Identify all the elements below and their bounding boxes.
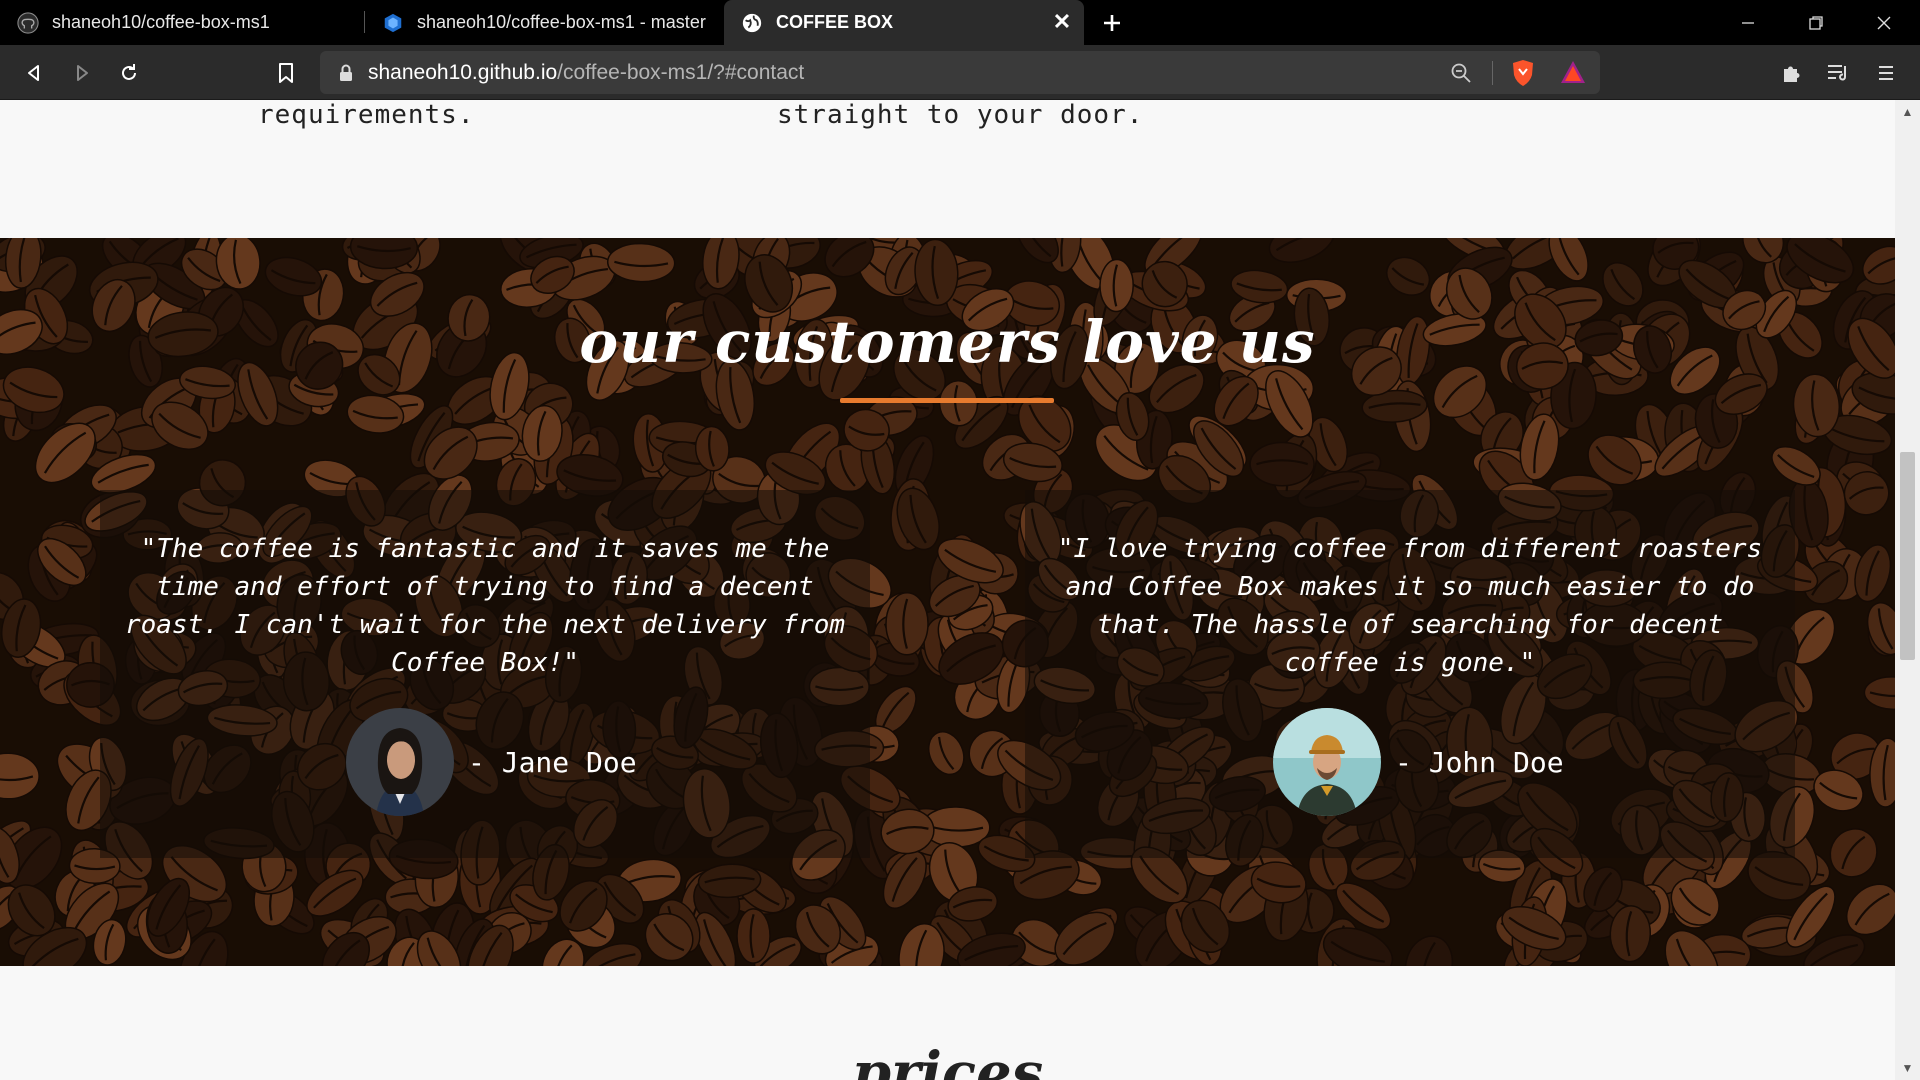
restore-window-button[interactable] — [1782, 0, 1850, 45]
testimonial-quote: "The coffee is fantastic and it saves me… — [124, 534, 846, 678]
testimonial-author: - Jane Doe — [346, 708, 637, 816]
browser-toolbar: shaneoh10.github.io/coffee-box-ms1/?#con… — [0, 45, 1920, 100]
avatar-john — [1273, 708, 1381, 816]
scroll-up-arrow-icon[interactable]: ▲ — [1895, 102, 1920, 122]
reload-button[interactable] — [109, 53, 149, 93]
tab-repo-master[interactable]: shaneoh10/coffee-box-ms1 - master — [365, 0, 722, 45]
url-text: shaneoh10.github.io/coffee-box-ms1/?#con… — [368, 61, 804, 85]
testimonial-card-john: "I love trying coffee from different roa… — [1025, 490, 1795, 858]
author-name: - John Doe — [1395, 745, 1564, 779]
minimize-window-button[interactable] — [1714, 0, 1782, 45]
testimonial-card-jane: "The coffee is fantastic and it saves me… — [100, 490, 870, 858]
bookmark-button[interactable] — [266, 53, 306, 93]
lock-icon — [338, 63, 354, 83]
tab-title: shaneoh10/coffee-box-ms1 - master — [417, 12, 706, 32]
feature-text-right: straight to your door. — [777, 100, 1144, 130]
forward-button[interactable] — [62, 53, 102, 93]
close-window-button[interactable] — [1850, 0, 1918, 45]
github-icon — [16, 11, 40, 35]
tab-title: shaneoh10/coffee-box-ms1 — [52, 12, 270, 32]
tab-strip: shaneoh10/coffee-box-ms1 shaneoh10/coffe… — [0, 0, 1920, 45]
address-bar[interactable]: shaneoh10.github.io/coffee-box-ms1/?#con… — [320, 51, 1600, 94]
author-name: - Jane Doe — [468, 745, 637, 779]
prices-section-title: prices — [851, 1040, 1044, 1080]
menu-icon[interactable] — [1866, 53, 1906, 93]
media-queue-icon[interactable] — [1818, 53, 1858, 93]
extensions-icon[interactable] — [1771, 53, 1811, 93]
zoom-icon[interactable] — [1450, 62, 1472, 89]
new-tab-button[interactable] — [1094, 5, 1130, 41]
testimonial-author: - John Doe — [1273, 708, 1564, 816]
globe-icon — [740, 11, 764, 35]
page-scrollbar[interactable]: ▲ ▼ — [1895, 100, 1920, 1080]
close-tab-icon[interactable]: ✕ — [1048, 8, 1076, 36]
urlbar-divider — [1492, 61, 1493, 85]
url-host: shaneoh10.github.io — [368, 60, 558, 84]
hexagon-build-icon — [381, 11, 405, 35]
tab-coffee-box[interactable]: COFFEE BOX ✕ — [724, 0, 1084, 45]
tab-title: COFFEE BOX — [776, 12, 894, 32]
url-path: /coffee-box-ms1/?#contact — [557, 60, 805, 84]
testimonials-section: our customers love us "The coffee is fan… — [0, 238, 1895, 966]
tab-github-repo[interactable]: shaneoh10/coffee-box-ms1 — [0, 0, 364, 45]
scroll-down-arrow-icon[interactable]: ▼ — [1895, 1058, 1920, 1078]
scrollbar-thumb[interactable] — [1900, 452, 1915, 660]
brave-rewards-icon[interactable] — [1560, 60, 1586, 89]
title-underline — [840, 398, 1054, 403]
feature-text-left: requirements. — [258, 100, 475, 130]
avatar-jane — [346, 708, 454, 816]
brave-shields-icon[interactable] — [1510, 59, 1536, 92]
back-button[interactable] — [14, 53, 54, 93]
page-viewport: requirements. straight to your door. our… — [0, 100, 1895, 1080]
testimonials-title: our customers love us — [579, 308, 1316, 376]
testimonial-quote: "I love trying coffee from different roa… — [1057, 534, 1763, 678]
